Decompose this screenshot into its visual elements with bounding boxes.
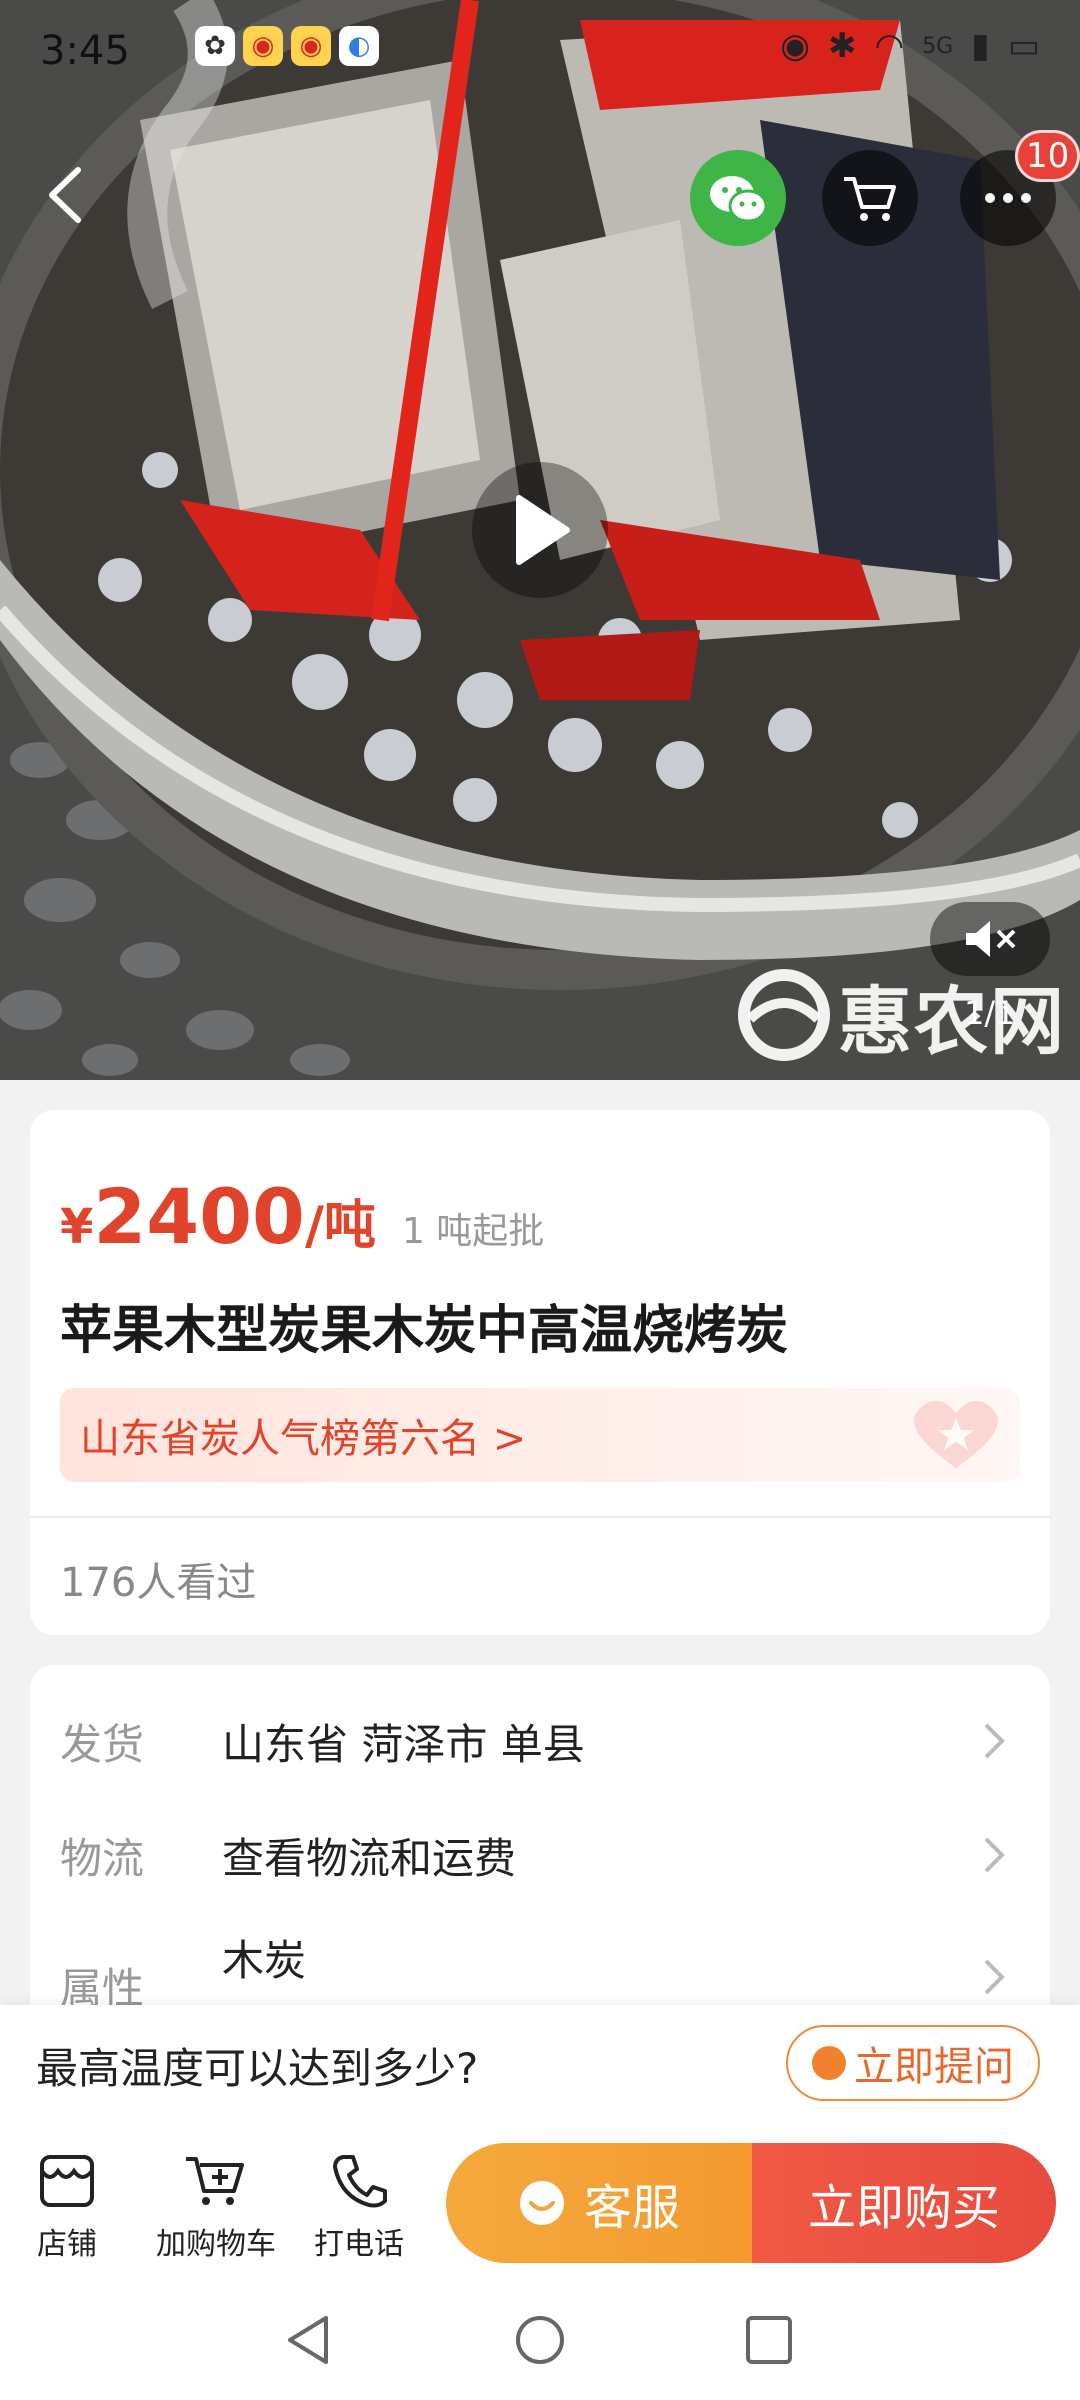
info-label: 物流 xyxy=(60,1833,145,1883)
play-button[interactable] xyxy=(472,462,608,598)
bluetooth-icon: ✱ xyxy=(827,26,857,66)
rank-text: 山东省炭人气榜第六名 > xyxy=(80,1416,527,1462)
chevron-right-icon xyxy=(984,1723,1005,1759)
wechat-share-button[interactable] xyxy=(690,150,786,246)
call-label: 打电话 xyxy=(314,2227,404,2262)
browser-icon: ◐ xyxy=(339,26,379,66)
divider xyxy=(30,1516,1050,1518)
info-value: 木炭 xyxy=(222,1936,307,1985)
suggested-question[interactable]: 最高温度可以达到多少? xyxy=(36,2035,478,2096)
currency-symbol: ¥ xyxy=(60,1199,94,1255)
chevron-left-icon xyxy=(49,167,81,223)
network-label: 5G xyxy=(922,33,954,59)
add-to-cart-label: 加购物车 xyxy=(156,2227,276,2262)
chat-bubble-icon xyxy=(812,2046,846,2080)
bottom-action-bar: 店铺 加购物车 打电话 客服 立即购买 xyxy=(0,2123,1080,2278)
play-icon xyxy=(516,495,570,565)
weibo-icon: ◉ xyxy=(243,26,283,66)
ask-now-button[interactable]: 立即提问 xyxy=(786,2025,1040,2101)
info-value: 山东省 菏泽市 单县 xyxy=(222,1719,585,1769)
cart-plus-icon xyxy=(186,2157,244,2205)
nav-back-icon[interactable] xyxy=(284,2314,334,2366)
shop-label: 店铺 xyxy=(37,2227,97,2262)
nav-recents-icon[interactable] xyxy=(744,2314,794,2366)
wifi-icon: ◠ xyxy=(874,26,905,66)
notification-icons: ✿ ◉ ◉ ◐ xyxy=(195,26,379,66)
chevron-right-icon xyxy=(984,1837,1005,1873)
service-label: 客服 xyxy=(583,2180,680,2236)
buy-now-button[interactable]: 立即购买 xyxy=(752,2143,1056,2263)
price-row: ¥ 2400 /吨 1 吨起批 xyxy=(60,1172,544,1261)
system-nav-bar xyxy=(0,2278,1080,2400)
more-dots-icon xyxy=(985,193,1031,203)
popularity-rank-banner[interactable]: 山东省炭人气榜第六名 > xyxy=(60,1388,1020,1482)
customer-service-button[interactable]: 客服 xyxy=(446,2143,752,2263)
info-value: 查看物流和运费 xyxy=(222,1833,517,1883)
system-icons: ◉ ✱ ◠ 5G ▮ ▭ xyxy=(780,26,1040,66)
view-count: 176人看过 xyxy=(60,1560,257,1606)
watermark: 惠农网 xyxy=(736,965,1066,1065)
info-row-shipping[interactable]: 发货 山东省 菏泽市 单县 xyxy=(60,1701,1030,1781)
status-time: 3:45 xyxy=(40,28,130,74)
nav-home-icon[interactable] xyxy=(514,2314,566,2366)
phone-icon xyxy=(333,2155,387,2208)
wechat-icon xyxy=(710,176,768,223)
service-chat-icon xyxy=(519,2181,564,2225)
speaker-muted-icon xyxy=(966,921,1016,957)
chevron-right-icon xyxy=(984,1959,1005,1995)
status-bar: 3:45 ✿ ◉ ◉ ◐ ◉ ✱ ◠ 5G ▮ ▭ xyxy=(0,20,1080,80)
add-to-cart-button[interactable]: 加购物车 xyxy=(156,2153,276,2263)
media-counter: 1/1 xyxy=(964,994,1016,1032)
back-button[interactable] xyxy=(38,160,98,230)
info-label: 属性 xyxy=(60,1964,145,2007)
huinong-logo-icon xyxy=(738,969,830,1061)
price-card: ¥ 2400 /吨 1 吨起批 苹果木型炭果木炭中高温烧烤炭 山东省炭人气榜第六… xyxy=(30,1110,1050,1635)
weibo-icon-2: ◉ xyxy=(291,26,331,66)
shipping-info-card: 发货 山东省 菏泽市 单县 物流 查看物流和运费 属性 木炭 xyxy=(30,1665,1050,2007)
eye-icon: ◉ xyxy=(780,26,810,66)
info-label: 发货 xyxy=(60,1719,145,1769)
info-row-logistics[interactable]: 物流 查看物流和运费 xyxy=(60,1815,1030,1895)
info-row-attributes[interactable]: 属性 木炭 xyxy=(60,1927,1030,2007)
heart-star-icon xyxy=(914,1400,998,1468)
product-title: 苹果木型炭果木炭中高温烧烤炭 xyxy=(60,1301,789,1361)
price-value: 2400 xyxy=(93,1172,305,1261)
watermark-text: 惠农网 xyxy=(838,978,1066,1065)
cart-icon xyxy=(844,177,896,221)
price-unit: /吨 xyxy=(304,1196,376,1256)
min-order: 1 吨起批 xyxy=(401,1211,545,1252)
ask-now-label: 立即提问 xyxy=(854,2044,1014,2090)
question-bar: 最高温度可以达到多少? 立即提问 xyxy=(0,2005,1080,2123)
product-video[interactable]: 3:45 ✿ ◉ ◉ ◐ ◉ ✱ ◠ 5G ▮ ▭ 10 惠农网 1/1 xyxy=(0,0,1080,1080)
shop-icon xyxy=(40,2155,94,2207)
call-button[interactable]: 打电话 xyxy=(314,2153,404,2263)
signal-icon: ▮ xyxy=(971,26,990,66)
app-pinwheel-icon: ✿ xyxy=(195,26,235,66)
cart-button[interactable] xyxy=(822,150,918,246)
cart-count-badge: 10 xyxy=(1015,130,1080,182)
buy-now-label: 立即购买 xyxy=(807,2180,1000,2236)
shop-button[interactable]: 店铺 xyxy=(36,2153,98,2263)
battery-icon: ▭ xyxy=(1007,26,1040,66)
